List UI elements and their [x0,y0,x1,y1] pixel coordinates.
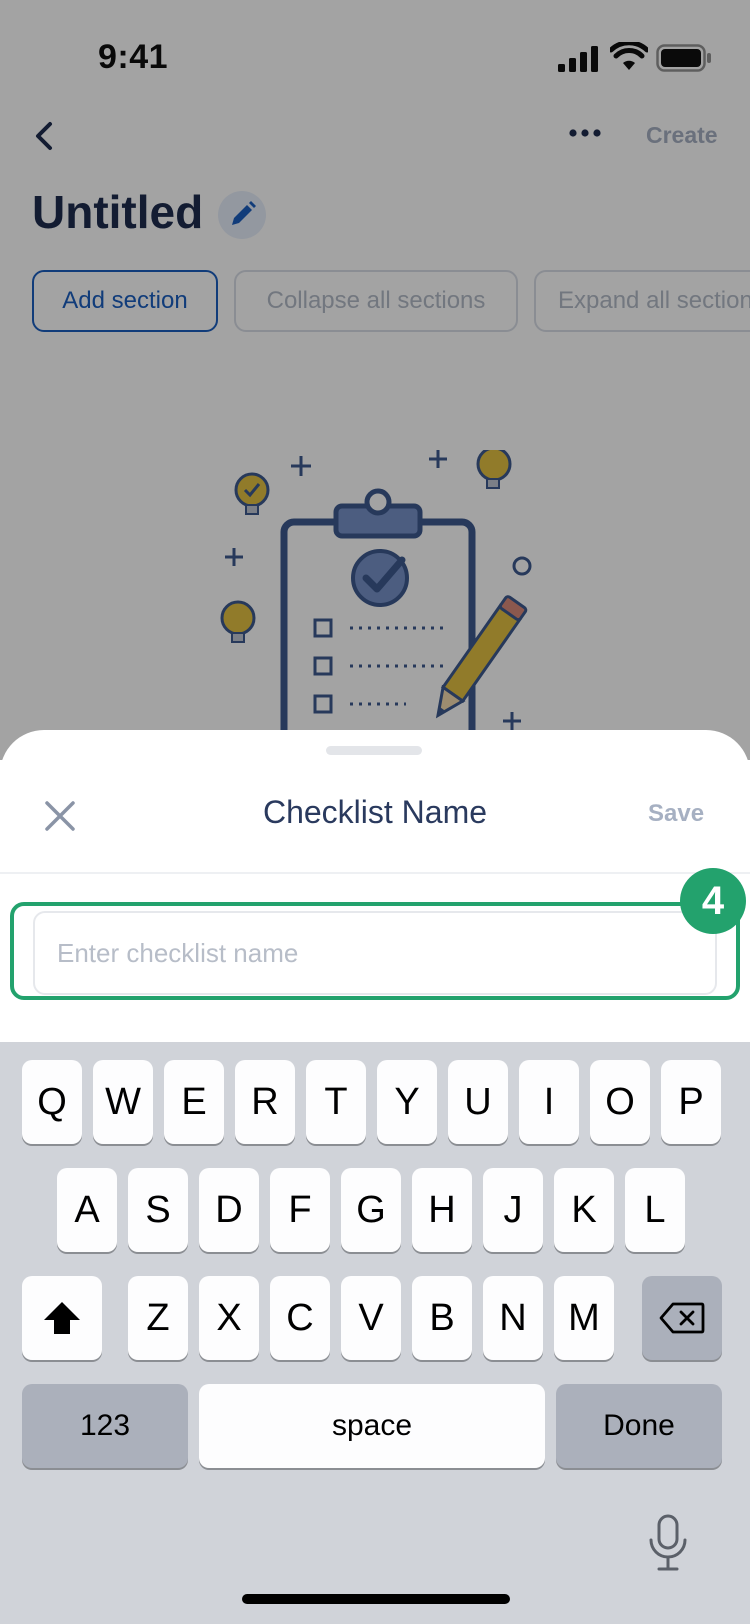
backspace-icon [659,1302,705,1334]
onscreen-keyboard: Q W E R T Y U I O P A S D F G H J K L Z … [0,1042,750,1624]
key-d[interactable]: D [199,1168,259,1252]
key-u[interactable]: U [448,1060,508,1144]
save-button[interactable]: Save [648,800,704,828]
checklist-editor-screen: 9:41 Create Untitled Add section Collaps… [0,0,750,760]
key-q[interactable]: Q [22,1060,82,1144]
key-z[interactable]: Z [128,1276,188,1360]
key-r[interactable]: R [235,1060,295,1144]
microphone-icon[interactable] [648,1514,688,1572]
key-s[interactable]: S [128,1168,188,1252]
key-o[interactable]: O [590,1060,650,1144]
delete-key[interactable] [642,1276,722,1360]
key-t[interactable]: T [306,1060,366,1144]
key-f[interactable]: F [270,1168,330,1252]
home-indicator [242,1594,510,1604]
key-v[interactable]: V [341,1276,401,1360]
key-k[interactable]: K [554,1168,614,1252]
key-b[interactable]: B [412,1276,472,1360]
key-a[interactable]: A [57,1168,117,1252]
key-n[interactable]: N [483,1276,543,1360]
sheet-title: Checklist Name [262,794,488,830]
key-x[interactable]: X [199,1276,259,1360]
key-l[interactable]: L [625,1168,685,1252]
modal-overlay[interactable] [0,0,750,760]
divider [0,872,750,874]
key-c[interactable]: C [270,1276,330,1360]
key-m[interactable]: M [554,1276,614,1360]
key-j[interactable]: J [483,1168,543,1252]
key-w[interactable]: W [93,1060,153,1144]
checklist-name-sheet: Checklist Name Save 4 [0,730,750,1042]
checklist-name-input[interactable] [33,911,717,995]
shift-key[interactable] [22,1276,102,1360]
key-i[interactable]: I [519,1060,579,1144]
key-h[interactable]: H [412,1168,472,1252]
key-g[interactable]: G [341,1168,401,1252]
key-p[interactable]: P [661,1060,721,1144]
space-key[interactable]: space [199,1384,545,1468]
sheet-grabber[interactable] [326,746,422,755]
step-number-badge: 4 [680,868,746,934]
key-y[interactable]: Y [377,1060,437,1144]
key-e[interactable]: E [164,1060,224,1144]
numbers-key[interactable]: 123 [22,1384,188,1468]
done-key[interactable]: Done [556,1384,722,1468]
shift-arrow-icon [44,1302,80,1334]
